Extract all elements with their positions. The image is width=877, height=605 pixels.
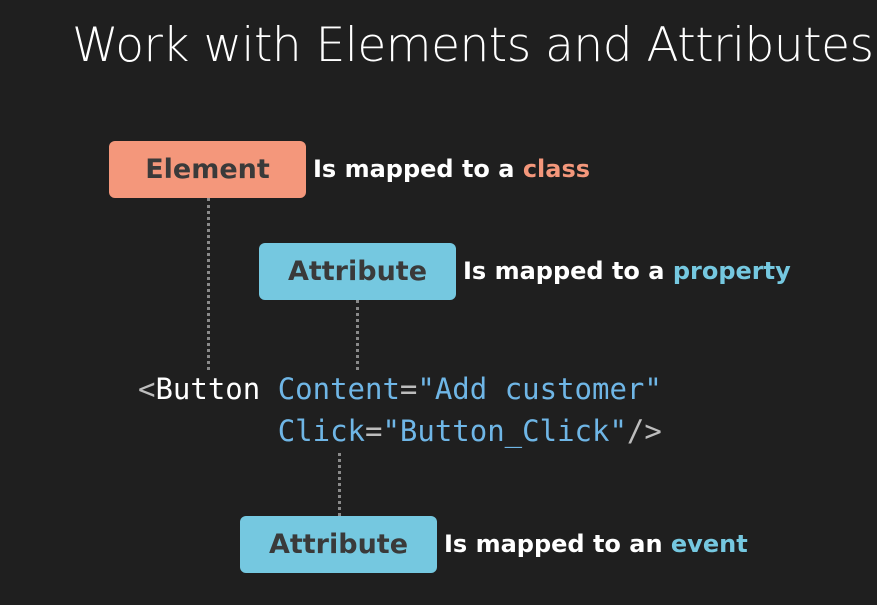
event-connector-line [338, 453, 341, 516]
element-box-label: Element [145, 154, 270, 185]
attribute-property-description: Is mapped to a property [463, 257, 791, 285]
code-close-bracket: /> [626, 414, 662, 448]
code-attr-content: Content [277, 372, 400, 406]
code-value-content: "Add customer" [417, 372, 662, 406]
attribute-box-property: Attribute [259, 243, 456, 300]
attribute-property-desc-prefix: Is mapped to a [463, 257, 673, 285]
attribute-box-event-label: Attribute [268, 529, 409, 560]
code-line-2: Click="Button_Click"/> [138, 410, 662, 452]
property-connector-line [356, 300, 359, 370]
element-desc-accent: class [522, 155, 591, 183]
code-value-click: "Button_Click" [382, 414, 627, 448]
code-equals-1: = [399, 372, 418, 406]
element-box: Element [109, 141, 306, 198]
attribute-event-desc-prefix: Is mapped to an [444, 530, 671, 558]
code-equals-2: = [365, 414, 383, 448]
code-open-bracket: < [138, 372, 156, 406]
code-tag-name: Button [155, 372, 261, 406]
attribute-event-desc-accent: event [670, 530, 748, 558]
code-attr-click: Click [277, 414, 365, 448]
element-desc-prefix: Is mapped to a [313, 155, 523, 183]
slide-title: Work with Elements and Attributes [72, 18, 874, 73]
attribute-property-desc-accent: property [672, 257, 791, 285]
attribute-box-event: Attribute [240, 516, 437, 573]
attribute-event-description: Is mapped to an event [444, 530, 748, 558]
element-connector-line [207, 198, 210, 370]
attribute-box-property-label: Attribute [287, 256, 428, 287]
element-description: Is mapped to a class [313, 155, 590, 183]
code-line-1: <Button Content="Add customer" [138, 368, 662, 410]
